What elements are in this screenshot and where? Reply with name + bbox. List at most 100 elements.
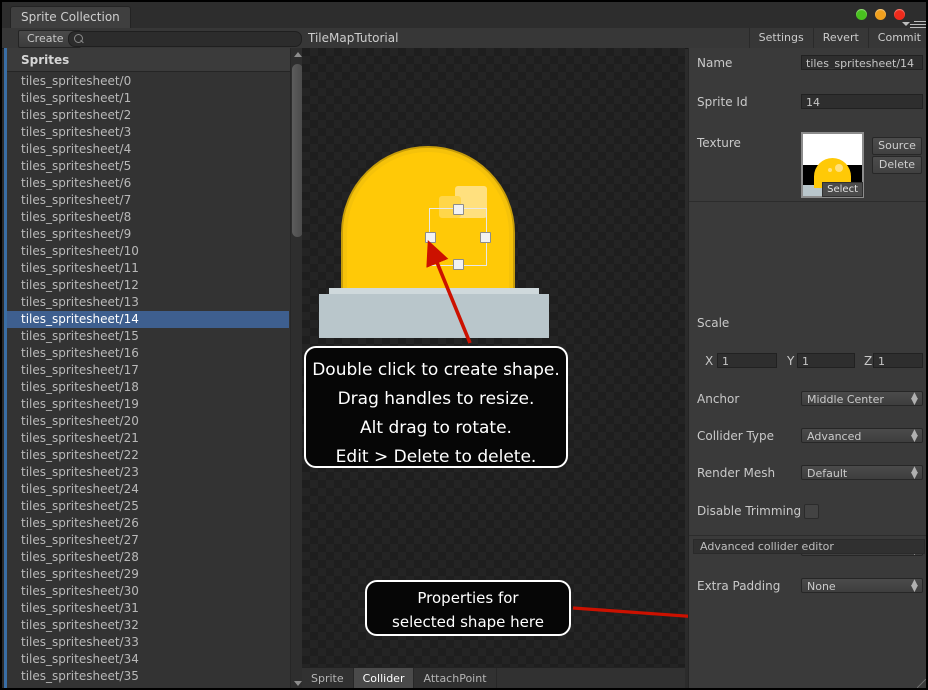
list-item[interactable]: tiles_spritesheet/1 <box>7 90 289 107</box>
list-item[interactable]: tiles_spritesheet/32 <box>7 617 289 634</box>
texture-source-button[interactable]: Source <box>872 137 922 155</box>
search-input[interactable] <box>68 31 302 47</box>
anchor-value: Middle Center <box>807 393 884 406</box>
sprite-list-panel: Sprites tiles_spritesheet/0 tiles_sprites… <box>4 48 303 688</box>
chevron-down-icon[interactable] <box>902 22 910 26</box>
callout-shape-instructions: Double click to create shape. Drag handl… <box>304 346 568 468</box>
list-item[interactable]: tiles_spritesheet/24 <box>7 481 289 498</box>
platform-shape <box>319 294 549 338</box>
row-extra-padding: Extra Padding None ▲ ▼ <box>689 577 926 596</box>
list-item[interactable]: tiles_spritesheet/33 <box>7 634 289 651</box>
list-item[interactable]: tiles_spritesheet/34 <box>7 651 289 668</box>
list-item[interactable]: tiles_spritesheet/16 <box>7 345 289 362</box>
scale-y-field[interactable]: 1 <box>797 353 855 368</box>
list-item[interactable]: tiles_spritesheet/20 <box>7 413 289 430</box>
maximize-dot-icon[interactable] <box>875 9 886 20</box>
anchor-dropdown[interactable]: Middle Center ▲ ▼ <box>801 391 923 406</box>
list-item[interactable]: tiles_spritesheet/0 <box>7 73 289 90</box>
texture-thumbnail[interactable]: Select <box>801 132 864 198</box>
render-mesh-dropdown[interactable]: Default ▲ ▼ <box>801 465 923 480</box>
list-item[interactable]: tiles_spritesheet/15 <box>7 328 289 345</box>
callout-properties: Properties for selected shape here <box>365 580 571 636</box>
row-disable-trimming: Disable Trimming <box>689 502 926 521</box>
sprite-id-field[interactable]: 14 <box>801 94 923 109</box>
list-item[interactable]: tiles_spritesheet/3 <box>7 124 289 141</box>
list-item[interactable]: tiles_spritesheet/6 <box>7 175 289 192</box>
list-item[interactable]: tiles_spritesheet/2 <box>7 107 289 124</box>
collider-handle-bottom[interactable] <box>453 259 464 270</box>
list-item[interactable]: tiles_spritesheet/9 <box>7 226 289 243</box>
list-item[interactable]: tiles_spritesheet/27 <box>7 532 289 549</box>
list-item[interactable]: tiles_spritesheet/31 <box>7 600 289 617</box>
settings-button[interactable]: Settings <box>748 28 813 48</box>
list-item[interactable]: tiles_spritesheet/29 <box>7 566 289 583</box>
tab-attachpoint[interactable]: AttachPoint <box>414 668 497 688</box>
list-item[interactable]: tiles_spritesheet/26 <box>7 515 289 532</box>
texture-select-overlay-button[interactable]: Select <box>822 182 863 197</box>
list-item[interactable]: tiles_spritesheet/21 <box>7 430 289 447</box>
callout-line-3: Alt drag to rotate. <box>360 418 512 438</box>
callout-props-line-2: selected shape here <box>392 613 544 631</box>
scale-x-label: X <box>705 354 714 368</box>
list-item[interactable]: tiles_spritesheet/8 <box>7 209 289 226</box>
row-scale-fields: X 1 Y 1 Z 1 <box>689 352 926 371</box>
row-collider-type: Collider Type Advanced ▲ ▼ <box>689 427 926 446</box>
revert-button[interactable]: Revert <box>812 28 868 48</box>
tab-sprite[interactable]: Sprite <box>302 668 354 688</box>
updown-arrows-icon: ▲▼ <box>911 465 918 480</box>
name-field[interactable]: tiles_spritesheet/14 <box>801 55 923 70</box>
disable-trimming-label: Disable Trimming <box>697 504 802 518</box>
name-label: Name <box>697 56 733 70</box>
list-item[interactable]: tiles_spritesheet/7 <box>7 192 289 209</box>
list-item[interactable]: tiles_spritesheet/10 <box>7 243 289 260</box>
collider-handle-left[interactable] <box>425 232 436 243</box>
window-tab-sprite-collection[interactable]: Sprite Collection <box>10 6 131 28</box>
row-scale-label: Scale <box>689 314 926 333</box>
list-item[interactable]: tiles_spritesheet/17 <box>7 362 289 379</box>
list-item[interactable]: tiles_spritesheet/30 <box>7 583 289 600</box>
divider-collider-editor <box>689 535 926 536</box>
row-name: Name tiles_spritesheet/14 <box>689 54 926 73</box>
collider-handle-top[interactable] <box>453 204 464 215</box>
list-item[interactable]: tiles_spritesheet/4 <box>7 141 289 158</box>
list-item[interactable]: tiles_spritesheet/12 <box>7 277 289 294</box>
render-mesh-value: Default <box>807 467 848 480</box>
list-item[interactable]: tiles_spritesheet/18 <box>7 379 289 396</box>
close-dot-icon[interactable] <box>894 9 905 20</box>
collider-box[interactable] <box>425 204 491 270</box>
disable-trimming-checkbox[interactable] <box>804 504 819 519</box>
list-item[interactable]: tiles_spritesheet/22 <box>7 447 289 464</box>
collider-type-value: Advanced <box>807 430 862 443</box>
list-item[interactable]: tiles_spritesheet/13 <box>7 294 289 311</box>
scale-x-field[interactable]: 1 <box>717 353 777 368</box>
scroll-up-arrow-icon[interactable] <box>294 52 302 57</box>
collider-type-dropdown[interactable]: Advanced ▲ ▼ <box>801 428 923 443</box>
list-item[interactable]: tiles_spritesheet/25 <box>7 498 289 515</box>
list-item[interactable]: tiles_spritesheet/14 <box>7 311 289 328</box>
list-item[interactable]: tiles_spritesheet/28 <box>7 549 289 566</box>
sprite-id-label: Sprite Id <box>697 95 748 109</box>
tab-collider[interactable]: Collider <box>353 668 415 688</box>
list-item[interactable]: tiles_spritesheet/35 <box>7 668 289 685</box>
list-item[interactable]: tiles_spritesheet/11 <box>7 260 289 277</box>
list-item[interactable]: tiles_spritesheet/19 <box>7 396 289 413</box>
scale-z-field[interactable]: 1 <box>873 353 923 368</box>
sprite-list[interactable]: tiles_spritesheet/0 tiles_spritesheet/1 ti… <box>7 73 289 688</box>
mode-tabs[interactable]: Sprite Collider AttachPoint <box>302 667 685 688</box>
list-item[interactable]: tiles_spritesheet/5 <box>7 158 289 175</box>
sprite-collection-window: Sprite Collection Create TileMapTutorial… <box>0 0 928 690</box>
sprite-list-header-label: Sprites <box>21 53 70 67</box>
list-item[interactable]: tiles_spritesheet/23 <box>7 464 289 481</box>
texture-delete-button[interactable]: Delete <box>872 156 922 174</box>
extra-padding-value: None <box>807 580 836 593</box>
create-button-label: Create <box>27 32 64 45</box>
document-title: TileMapTutorial <box>308 31 399 45</box>
resize-grip-icon[interactable] <box>917 679 926 688</box>
minimize-dot-icon[interactable] <box>856 9 867 20</box>
row-anchor: Anchor Middle Center ▲ ▼ <box>689 390 926 409</box>
collider-handle-right[interactable] <box>480 232 491 243</box>
commit-button[interactable]: Commit <box>867 28 926 48</box>
scroll-down-arrow-icon[interactable] <box>294 681 302 686</box>
extra-padding-dropdown[interactable]: None ▲ ▼ <box>801 578 923 593</box>
toolbar: Create TileMapTutorial Settings Revert C… <box>2 28 926 49</box>
